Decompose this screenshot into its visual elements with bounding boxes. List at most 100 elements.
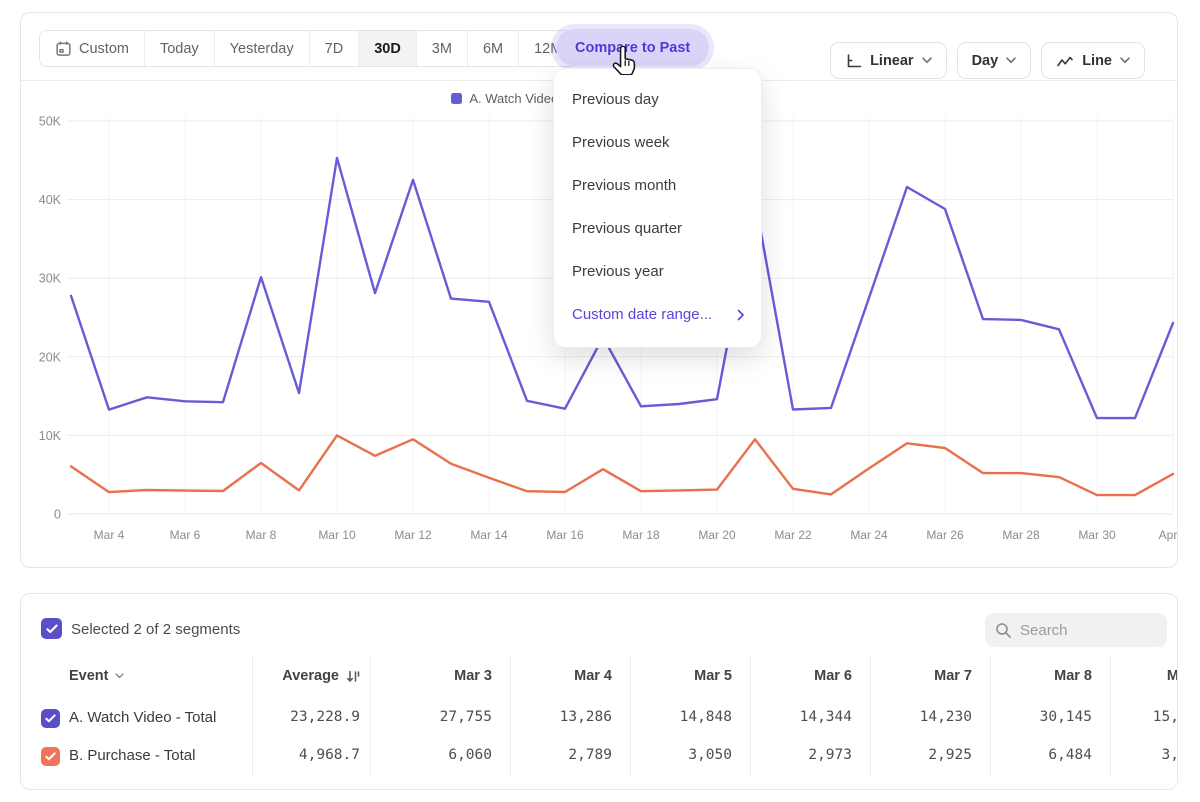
chevron-right-icon xyxy=(737,309,745,321)
search-box[interactable] xyxy=(985,613,1167,647)
custom-date-range-label: Custom date range... xyxy=(572,306,712,323)
average-column-header[interactable]: Average xyxy=(282,668,360,684)
table-cell: 14,344 xyxy=(800,709,852,725)
date-column-header: Mar 3 xyxy=(454,668,492,684)
column-separator xyxy=(252,656,253,776)
table-cell: 13,286 xyxy=(560,709,612,725)
range-button-custom[interactable]: Custom xyxy=(40,31,144,66)
column-separator xyxy=(750,656,751,776)
segment-b-label: B. Purchase - Total xyxy=(69,747,195,764)
table-cell: 2,973 xyxy=(808,747,852,763)
search-input[interactable] xyxy=(1020,622,1150,639)
x-axis-label: Mar 26 xyxy=(926,528,964,542)
segment-a-average: 23,228.9 xyxy=(290,709,360,725)
event-column-header[interactable]: Event xyxy=(69,668,124,684)
x-axis-label: Mar 22 xyxy=(774,528,812,542)
x-axis-label: Mar 4 xyxy=(94,528,125,542)
y-axis-label: 50K xyxy=(39,115,62,129)
check-icon xyxy=(45,752,56,761)
column-separator xyxy=(870,656,871,776)
x-axis-label: Mar 6 xyxy=(170,528,201,542)
segment-a-label: A. Watch Video - Total xyxy=(69,709,216,726)
range-button-7d[interactable]: 7D xyxy=(309,31,359,66)
table-cell: 3, xyxy=(1162,747,1178,763)
linear-axis-icon xyxy=(845,53,862,69)
y-axis-label: 40K xyxy=(39,193,62,207)
range-button-today[interactable]: Today xyxy=(144,31,214,66)
x-axis-label: Apr 1 xyxy=(1159,528,1177,542)
x-axis-label: Mar 16 xyxy=(546,528,584,542)
table-cell: 30,145 xyxy=(1040,709,1092,725)
range-button-6m[interactable]: 6M xyxy=(467,31,518,66)
column-separator xyxy=(990,656,991,776)
chart-type-label: Line xyxy=(1082,53,1112,69)
menu-item-custom-date-range[interactable]: Custom date range... xyxy=(554,293,761,336)
menu-item-previous-quarter[interactable]: Previous quarter xyxy=(554,207,761,250)
line-chart-icon xyxy=(1056,53,1074,68)
compare-to-past-menu: Previous dayPrevious weekPrevious monthP… xyxy=(553,68,762,348)
date-range-segmented-control: CustomTodayYesterday7D30D3M6M12M xyxy=(39,30,578,67)
y-axis-label: 0 xyxy=(54,508,61,522)
x-axis-label: Mar 20 xyxy=(698,528,736,542)
range-button-label: 3M xyxy=(432,41,452,57)
table-cell: 2,789 xyxy=(568,747,612,763)
range-button-label: Today xyxy=(160,41,199,57)
menu-item-previous-day[interactable]: Previous day xyxy=(554,78,761,121)
compare-to-past-button[interactable]: Compare to Past xyxy=(556,29,709,66)
segments-table-card: Selected 2 of 2 segments Event Average A… xyxy=(20,593,1178,790)
check-icon xyxy=(45,714,56,723)
search-icon xyxy=(995,622,1012,639)
table-cell: 3,050 xyxy=(688,747,732,763)
select-all-checkbox[interactable] xyxy=(41,618,62,639)
table-cell: 15, xyxy=(1153,709,1178,725)
range-button-label: Yesterday xyxy=(230,41,294,57)
segment-b-checkbox[interactable] xyxy=(41,747,60,766)
table-cell: 14,848 xyxy=(680,709,732,725)
range-button-yesterday[interactable]: Yesterday xyxy=(214,31,309,66)
chevron-down-icon xyxy=(1120,57,1130,64)
chart-options-buttons: Linear Day Line xyxy=(830,42,1145,79)
table-cell: 14,230 xyxy=(920,709,972,725)
table-cell: 6,060 xyxy=(448,747,492,763)
column-separator xyxy=(1110,656,1111,776)
x-axis-label: Mar 10 xyxy=(318,528,356,542)
menu-item-previous-month[interactable]: Previous month xyxy=(554,164,761,207)
chart-type-dropdown-button[interactable]: Line xyxy=(1041,42,1145,79)
check-icon xyxy=(46,624,58,634)
chevron-down-icon xyxy=(115,673,124,679)
series-line[interactable] xyxy=(71,435,1173,495)
granularity-dropdown-button[interactable]: Day xyxy=(957,42,1032,79)
date-column-header: Mar 4 xyxy=(574,668,612,684)
menu-item-previous-week[interactable]: Previous week xyxy=(554,121,761,164)
table-cell: 6,484 xyxy=(1048,747,1092,763)
calendar-icon xyxy=(55,40,72,57)
column-separator xyxy=(630,656,631,776)
chevron-down-icon xyxy=(922,57,932,64)
column-separator xyxy=(370,656,371,776)
x-axis-label: Mar 14 xyxy=(470,528,508,542)
x-axis-label: Mar 18 xyxy=(622,528,660,542)
x-axis-label: Mar 30 xyxy=(1078,528,1116,542)
segment-a-checkbox[interactable] xyxy=(41,709,60,728)
legend-swatch xyxy=(451,93,462,104)
segment-b-average: 4,968.7 xyxy=(299,747,360,763)
chevron-down-icon xyxy=(1006,57,1016,64)
scale-dropdown-button[interactable]: Linear xyxy=(830,42,947,79)
menu-item-previous-year[interactable]: Previous year xyxy=(554,250,761,293)
date-column-header: Mar 6 xyxy=(814,668,852,684)
y-axis-label: 10K xyxy=(39,429,62,443)
y-axis-label: 20K xyxy=(39,350,62,364)
range-button-label: 6M xyxy=(483,41,503,57)
sort-descending-icon xyxy=(346,670,360,683)
range-button-30d[interactable]: 30D xyxy=(358,31,416,66)
range-button-label: Custom xyxy=(79,41,129,57)
y-axis-label: 30K xyxy=(39,272,62,286)
selected-segments-label: Selected 2 of 2 segments xyxy=(71,621,240,638)
x-axis-label: Mar 8 xyxy=(246,528,277,542)
date-column-header: M xyxy=(1167,668,1178,684)
range-button-3m[interactable]: 3M xyxy=(416,31,467,66)
granularity-label: Day xyxy=(972,53,999,69)
x-axis-label: Mar 24 xyxy=(850,528,888,542)
column-separator xyxy=(510,656,511,776)
date-column-header: Mar 5 xyxy=(694,668,732,684)
